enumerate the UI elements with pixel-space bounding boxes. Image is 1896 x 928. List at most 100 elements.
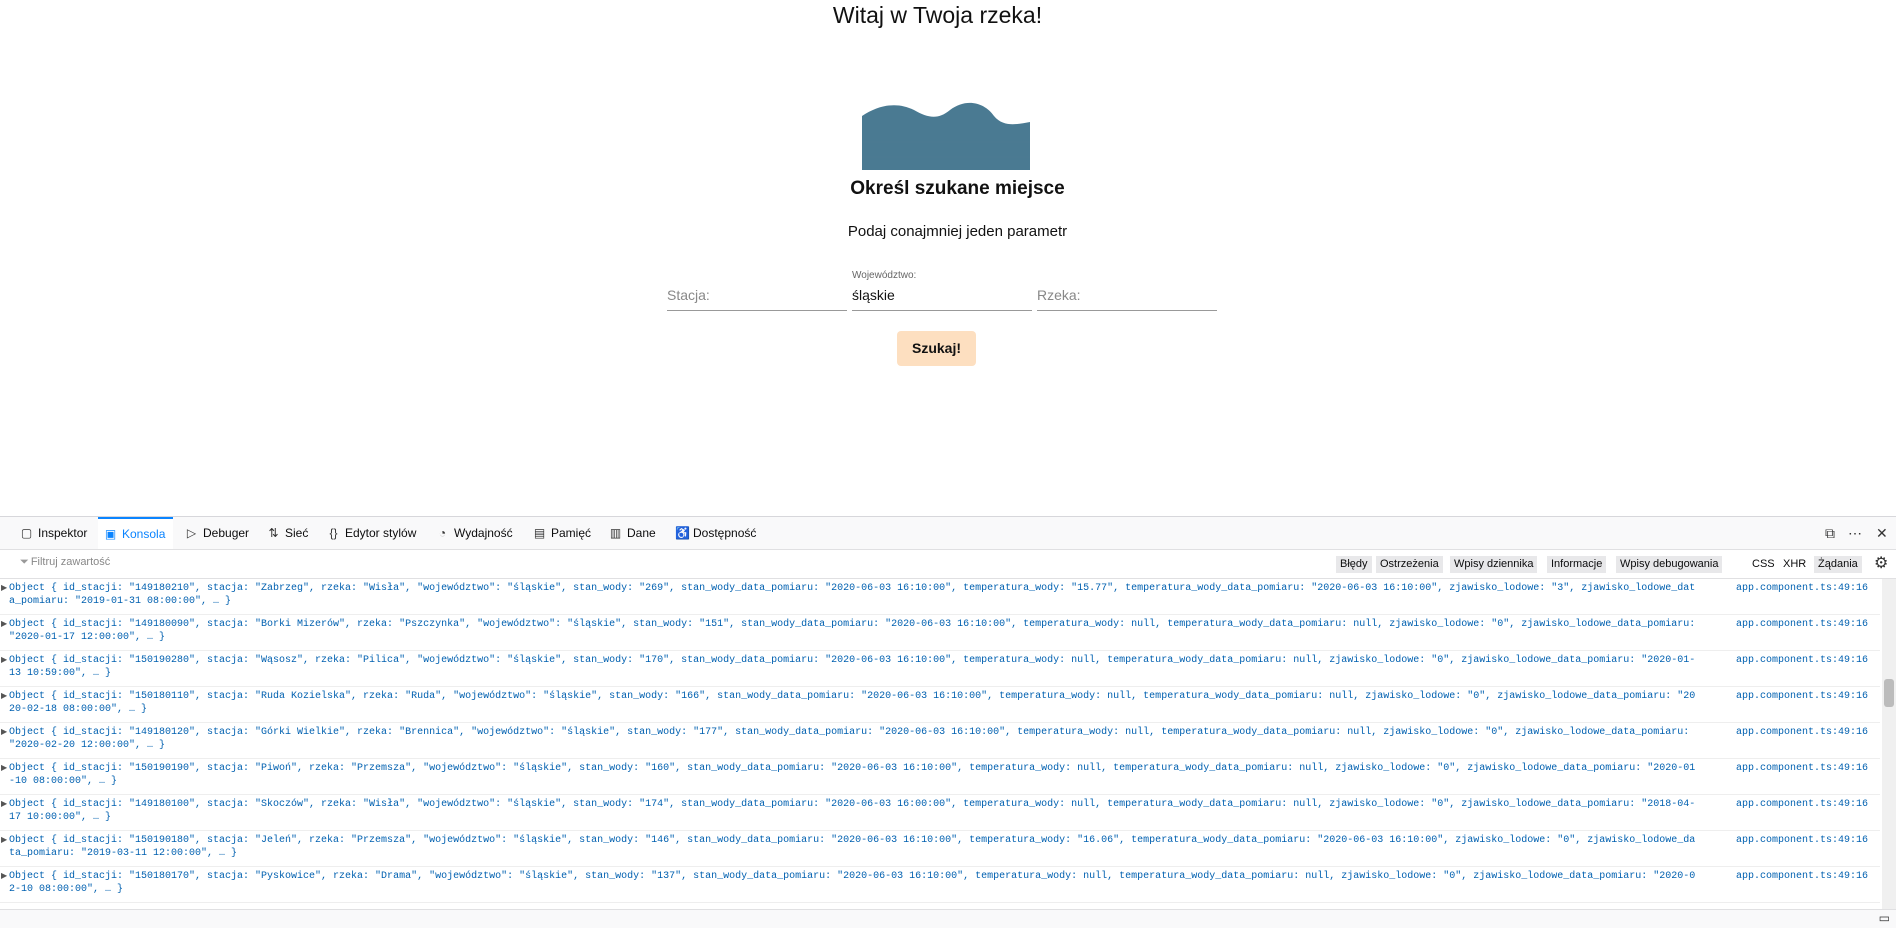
tab-network[interactable]: ⇅ Sieć bbox=[267, 517, 308, 549]
expand-triangle-icon[interactable]: ▶ bbox=[1, 618, 7, 631]
tab-storage[interactable]: ▥ Dane bbox=[609, 517, 656, 549]
filter-logs-button[interactable]: Wpisy dziennika bbox=[1450, 556, 1538, 573]
voivodeship-label: Województwo: bbox=[852, 270, 917, 281]
log-row[interactable]: ▶ Object { id_stacji: "150180110", stacja… bbox=[0, 687, 1880, 723]
voivodeship-field[interactable]: Województwo: śląskie bbox=[852, 268, 1032, 311]
filter-input[interactable]: ⏷ Filtruj zawartość bbox=[20, 556, 110, 569]
log-source-link[interactable]: app.component.ts:49:16 bbox=[1736, 618, 1868, 631]
filter-placeholder: Filtruj zawartość bbox=[30, 556, 111, 568]
filter-warnings-button[interactable]: Ostrzeżenia bbox=[1376, 556, 1443, 573]
tab-style-editor[interactable]: {} Edytor stylów bbox=[327, 517, 416, 549]
app-page: Witaj w Twoja rzeka! Określ szukane miej… bbox=[0, 0, 1896, 515]
console-scrollbar[interactable] bbox=[1882, 579, 1896, 909]
filter-xhr-button[interactable]: XHR bbox=[1779, 556, 1810, 573]
page-title: Witaj w Twoja rzeka! bbox=[832, 2, 1043, 28]
log-row[interactable]: ▶ Object { id_stacji: "149180090", stacja… bbox=[0, 615, 1880, 651]
console-settings-icon[interactable]: ⚙ bbox=[1874, 548, 1888, 580]
devtools-toolbar: ▢ Inspektor ▣ Konsola ▷ Debuger ⇅ Sieć {} Edy… bbox=[0, 517, 1896, 550]
tab-label: Dostępność bbox=[693, 526, 757, 540]
console-output: ▶ Object { id_stacji: "149180210", stacja… bbox=[0, 579, 1880, 909]
tab-label: Sieć bbox=[285, 526, 309, 540]
expand-triangle-icon[interactable]: ▶ bbox=[1, 798, 7, 811]
log-message: Object { id_stacji: "149180120", stacja:… bbox=[9, 727, 1690, 751]
tab-label: Wydajność bbox=[454, 526, 513, 540]
river-field[interactable]: Rzeka: bbox=[1037, 268, 1217, 311]
debugger-icon: ▷ bbox=[186, 526, 197, 540]
river-underline bbox=[1037, 310, 1217, 311]
log-message: Object { id_stacji: "150180170", stacja:… bbox=[9, 871, 1696, 895]
more-options-icon[interactable]: ⋯ bbox=[1848, 517, 1862, 549]
log-source-link[interactable]: app.component.ts:49:16 bbox=[1736, 870, 1868, 883]
expand-triangle-icon[interactable]: ▶ bbox=[1, 726, 7, 739]
search-heading: Określ szukane miejsce bbox=[850, 178, 1065, 199]
console-filter-bar: ⏷ Filtruj zawartość Błędy Ostrzeżenia Wpi… bbox=[0, 550, 1896, 579]
filter-info-button[interactable]: Informacje bbox=[1547, 556, 1607, 573]
dock-side-icon[interactable]: ⧉ bbox=[1825, 517, 1835, 549]
tab-label: Pamięć bbox=[551, 526, 592, 540]
console-icon: ▣ bbox=[104, 527, 117, 541]
log-message: Object { id_stacji: "149180210", stacja:… bbox=[9, 583, 1696, 607]
console-input-bar[interactable]: ▭ bbox=[0, 909, 1896, 928]
log-row[interactable]: ▶ Object { id_stacji: "149180120", stacja… bbox=[0, 723, 1880, 759]
voivodeship-underline bbox=[852, 310, 1032, 311]
log-row[interactable]: ▶ Object { id_stacji: "150190190", stacja… bbox=[0, 759, 1880, 795]
close-icon[interactable]: ✕ bbox=[1876, 517, 1888, 549]
log-row[interactable]: ▶ Object { id_stacji: "149180210", stacja… bbox=[0, 579, 1880, 615]
expand-triangle-icon[interactable]: ▶ bbox=[1, 654, 7, 667]
station-underline bbox=[667, 310, 847, 311]
log-source-link[interactable]: app.component.ts:49:16 bbox=[1736, 726, 1868, 739]
log-source-link[interactable]: app.component.ts:49:16 bbox=[1736, 762, 1868, 775]
log-row[interactable]: ▶ Object { id_stacji: "149180100", stacja… bbox=[0, 795, 1880, 831]
devtools-panel: ▢ Inspektor ▣ Konsola ▷ Debuger ⇅ Sieć {} Edy… bbox=[0, 516, 1896, 928]
tab-debugger[interactable]: ▷ Debuger bbox=[185, 517, 249, 549]
tab-performance[interactable]: ◔ Wydajność bbox=[436, 517, 513, 549]
river-placeholder: Rzeka: bbox=[1037, 287, 1081, 303]
log-source-link[interactable]: app.component.ts:49:16 bbox=[1736, 834, 1868, 847]
tab-memory[interactable]: ▤ Pamięć bbox=[533, 517, 591, 549]
log-message: Object { id_stacji: "150190190", stacja:… bbox=[9, 763, 1696, 787]
search-hint: Podaj conajmniej jeden parametr bbox=[847, 223, 1068, 240]
log-row[interactable]: ▶ Object { id_stacji: "150190180", stacja… bbox=[0, 831, 1880, 867]
memory-icon: ▤ bbox=[533, 526, 546, 540]
tab-console[interactable]: ▣ Konsola bbox=[98, 517, 174, 549]
expand-triangle-icon[interactable]: ▶ bbox=[1, 690, 7, 703]
log-row[interactable]: ▶ Object { id_stacji: "150180170", stacja… bbox=[0, 867, 1880, 903]
log-message: Object { id_stacji: "149180100", stacja:… bbox=[9, 799, 1696, 823]
search-button[interactable]: Szukaj! bbox=[897, 331, 976, 366]
expand-triangle-icon[interactable]: ▶ bbox=[1, 870, 7, 883]
filter-css-button[interactable]: CSS bbox=[1748, 556, 1779, 573]
station-field[interactable]: Stacja: bbox=[667, 268, 847, 311]
station-placeholder: Stacja: bbox=[667, 287, 710, 303]
expand-triangle-icon[interactable]: ▶ bbox=[1, 834, 7, 847]
river-logo-image bbox=[862, 102, 1030, 170]
tab-label: Konsola bbox=[122, 527, 166, 541]
tab-inspector[interactable]: ▢ Inspektor bbox=[20, 517, 88, 549]
voivodeship-value: śląskie bbox=[852, 287, 895, 303]
tab-label: Edytor stylów bbox=[345, 526, 417, 540]
log-source-link[interactable]: app.component.ts:49:16 bbox=[1736, 654, 1868, 667]
log-row[interactable]: ▶ Object { id_stacji: "150190280", stacja… bbox=[0, 651, 1880, 687]
inspector-icon: ▢ bbox=[20, 526, 33, 540]
tab-accessibility[interactable]: ♿ Dostępność bbox=[675, 517, 756, 549]
tab-label: Dane bbox=[627, 526, 656, 540]
log-message: Object { id_stacji: "150190180", stacja:… bbox=[9, 835, 1696, 859]
log-source-link[interactable]: app.component.ts:49:16 bbox=[1736, 690, 1868, 703]
expand-triangle-icon[interactable]: ▶ bbox=[1, 762, 7, 775]
scrollbar-thumb[interactable] bbox=[1884, 679, 1894, 707]
tab-label: Inspektor bbox=[38, 526, 88, 540]
log-source-link[interactable]: app.component.ts:49:16 bbox=[1736, 582, 1868, 595]
log-message: Object { id_stacji: "149180090", stacja:… bbox=[9, 619, 1696, 643]
style-editor-icon: {} bbox=[329, 526, 338, 540]
performance-icon: ◔ bbox=[438, 526, 447, 540]
filter-icon: ⏷ bbox=[20, 556, 29, 568]
log-message: Object { id_stacji: "150180110", stacja:… bbox=[9, 691, 1696, 715]
log-source-link[interactable]: app.component.ts:49:16 bbox=[1736, 798, 1868, 811]
filter-debug-button[interactable]: Wpisy debugowania bbox=[1616, 556, 1723, 573]
accessibility-icon: ♿ bbox=[675, 526, 690, 540]
log-message: Object { id_stacji: "150190280", stacja:… bbox=[9, 655, 1696, 679]
filter-requests-button[interactable]: Żądania bbox=[1814, 556, 1862, 573]
expand-triangle-icon[interactable]: ▶ bbox=[1, 582, 7, 595]
network-icon: ⇅ bbox=[268, 526, 279, 540]
filter-errors-button[interactable]: Błędy bbox=[1336, 556, 1372, 573]
split-console-icon[interactable]: ▭ bbox=[1879, 911, 1890, 925]
